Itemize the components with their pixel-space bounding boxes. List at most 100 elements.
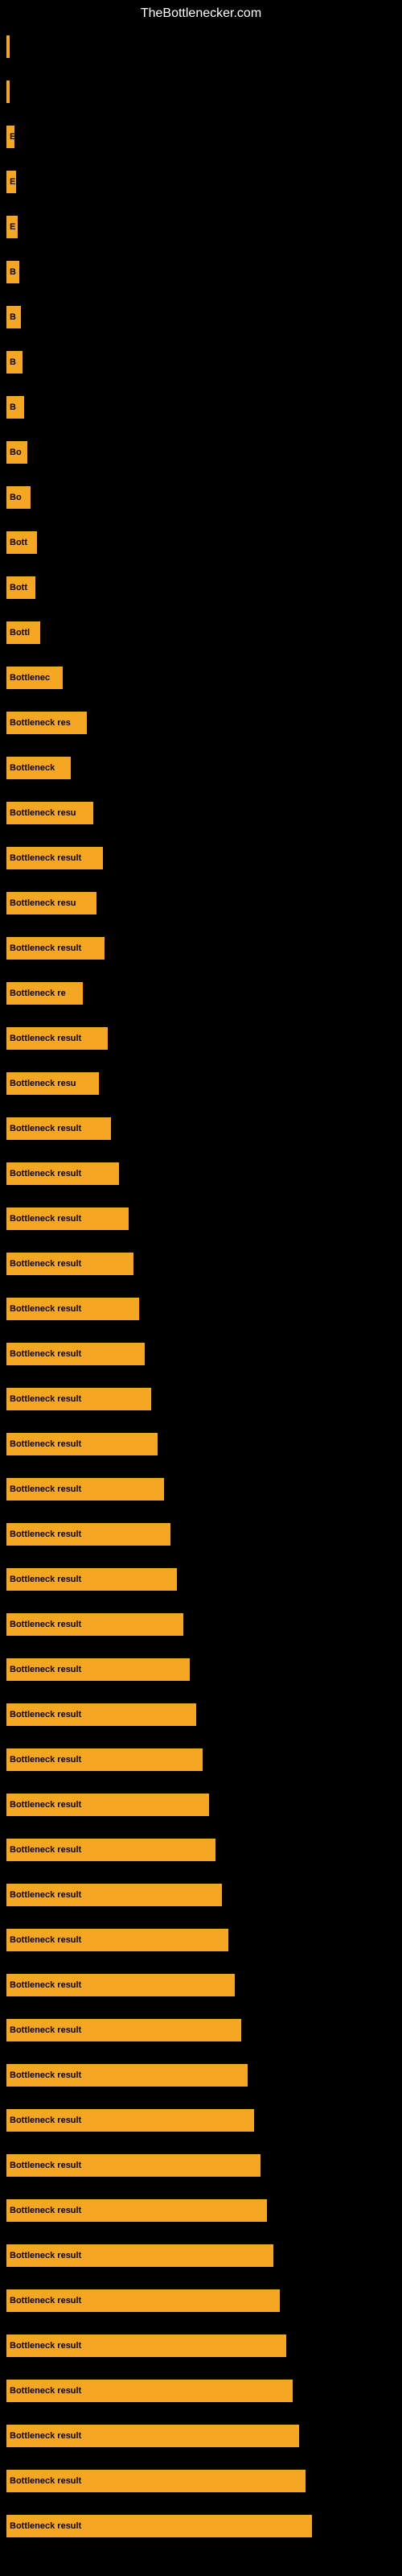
bar-item: Bottleneck result [6,1388,151,1410]
bar-item: Bottleneck result [6,1208,129,1230]
bar-row: Bottleneck result [0,2233,402,2278]
bar-item: Bottleneck result [6,2064,248,2087]
bar-row: Bo [0,475,402,520]
bar-row: E [0,204,402,250]
bars-container: EEEBBBBBoBoBottBottBottlBottlenecBottlen… [0,24,402,2549]
bar-row: Bottleneck resu [0,791,402,836]
bar-row: E [0,159,402,204]
bar-item: Bottleneck result [6,2109,254,2132]
bar-row: Bottleneck result [0,2098,402,2143]
bar-row: Bottleneck result [0,2188,402,2233]
bar-item: Bottleneck result [6,1117,111,1140]
bar-row: Bottleneck result [0,1377,402,1422]
bar-item: Bottleneck result [6,1839,215,1861]
bar-row: B [0,295,402,340]
bar-item: Bottlenec [6,667,63,689]
bar-item: Bottleneck result [6,1568,177,1591]
bar-item [6,35,10,58]
bar-item: Bottleneck result [6,1523,170,1546]
bar-item: Bottleneck result [6,1748,203,1771]
bar-row: Bottleneck result [0,1872,402,1918]
bar-row: Bottleneck result [0,2368,402,2413]
bar-row: Bottleneck result [0,1286,402,1331]
bar-row: Bottleneck result [0,1422,402,1467]
bar-item: Bottleneck result [6,1794,209,1816]
bar-row: Bottleneck result [0,1963,402,2008]
bar-item: Bottleneck result [6,2334,286,2357]
bar-item: Bottleneck result [6,1253,133,1275]
bar-item: Bottleneck result [6,2154,260,2177]
bar-row: Bottleneck result [0,1512,402,1557]
bar-row: Bottleneck result [0,2323,402,2368]
bar-item: Bottleneck resu [6,802,93,824]
bar-item: Bottleneck result [6,1613,183,1636]
bar-row: Bottleneck result [0,2413,402,2458]
bar-item: Bottleneck result [6,2019,241,2041]
bar-row [0,69,402,114]
bar-item: B [6,351,23,374]
bar-item: Bottleneck result [6,847,103,869]
bar-row: Bottlenec [0,655,402,700]
bar-item: Bottleneck result [6,2425,299,2447]
bar-item: Bottleneck result [6,1703,196,1726]
bar-row: Bottleneck result [0,1467,402,1512]
bar-item: Bottleneck result [6,1298,139,1320]
bar-item: Bo [6,486,31,509]
bar-item: Bottleneck result [6,937,105,960]
bar-row: Bottleneck resu [0,881,402,926]
bar-item: Bottleneck result [6,1433,158,1455]
bar-item: Bottleneck result [6,1162,119,1185]
bar-row: Bottleneck result [0,1557,402,1602]
bar-item: Bottleneck resu [6,1072,99,1095]
bar-item: Bottleneck result [6,1974,235,1996]
bar-item: Bottleneck result [6,1343,145,1365]
bar-item: Bottleneck result [6,1478,164,1501]
bar-row: Bottleneck result [0,1241,402,1286]
bar-item: Bottleneck result [6,2470,306,2492]
bar-item: Bo [6,441,27,464]
bar-row: Bottleneck res [0,700,402,745]
bar-item: E [6,126,14,148]
bar-row: Bottleneck result [0,1827,402,1872]
bar-item: Bottleneck result [6,1658,190,1681]
bar-item: Bottleneck result [6,2515,312,2537]
bar-row: Bott [0,520,402,565]
bar-item [6,80,10,103]
bar-item: E [6,171,16,193]
bar-row: B [0,250,402,295]
bar-row: Bottleneck result [0,1331,402,1377]
bar-item: Bottleneck result [6,2199,267,2222]
bar-row: Bottleneck result [0,2278,402,2323]
bar-item: Bottleneck result [6,1884,222,1906]
bar-item: Bott [6,576,35,599]
bar-item: B [6,396,24,419]
bar-item: Bottleneck result [6,2244,273,2267]
bar-item: Bottleneck re [6,982,83,1005]
bar-item: B [6,306,21,328]
bar-row: Bott [0,565,402,610]
bar-row: Bottl [0,610,402,655]
bar-row: Bottleneck result [0,1692,402,1737]
bar-item: B [6,261,19,283]
bar-row: Bottleneck result [0,1918,402,1963]
bar-row: Bottleneck result [0,1151,402,1196]
bar-row: Bottleneck result [0,2504,402,2549]
bar-row: Bottleneck result [0,1602,402,1647]
bar-item: Bottleneck [6,757,71,779]
bar-item: Bottleneck result [6,1929,228,1951]
bar-row: Bottleneck result [0,2053,402,2098]
bar-row: Bottleneck result [0,836,402,881]
bar-item: Bott [6,531,37,554]
bar-row: Bottleneck result [0,926,402,971]
site-title: TheBottlenecker.com [0,0,402,27]
bar-item: Bottleneck result [6,1027,108,1050]
bar-row: Bottleneck result [0,1647,402,1692]
bar-row: Bottleneck result [0,1782,402,1827]
bar-row: Bottleneck result [0,2458,402,2504]
bar-row: Bo [0,430,402,475]
bar-row: Bottleneck [0,745,402,791]
bar-row: Bottleneck result [0,1106,402,1151]
bar-row: Bottleneck resu [0,1061,402,1106]
bar-row: Bottleneck result [0,1016,402,1061]
bar-row: Bottleneck result [0,1737,402,1782]
